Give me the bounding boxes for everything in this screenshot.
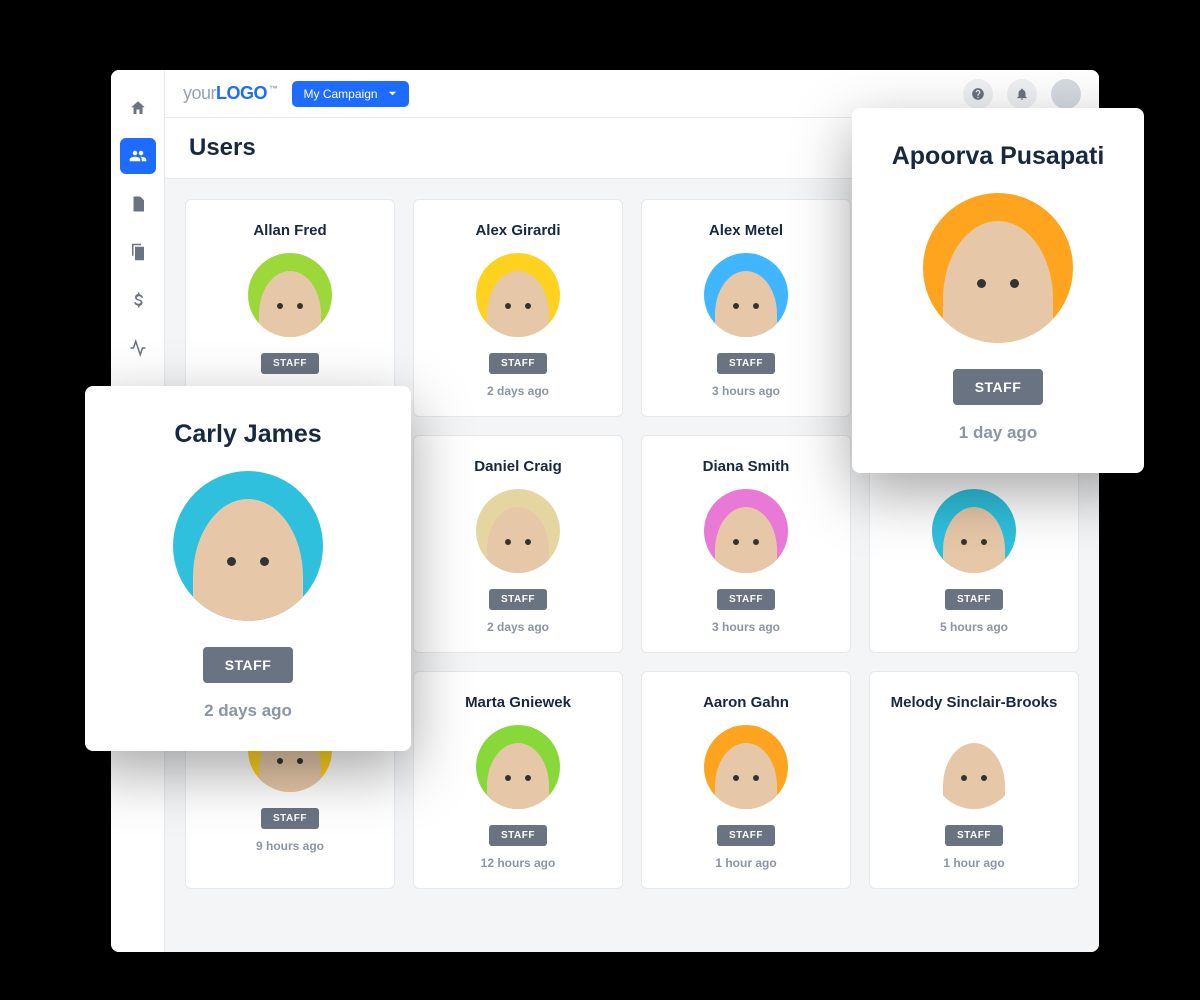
staff-badge: STAFF bbox=[489, 589, 547, 610]
user-card[interactable]: Aaron Gahn STAFF 1 hour ago bbox=[641, 671, 851, 889]
user-avatar bbox=[704, 253, 788, 337]
help-button[interactable] bbox=[963, 79, 993, 109]
user-name: Aaron Gahn bbox=[703, 694, 789, 711]
user-avatar bbox=[173, 471, 323, 621]
user-avatar bbox=[923, 193, 1073, 343]
user-timestamp: 2 days ago bbox=[487, 620, 549, 634]
sidebar-item-reports[interactable] bbox=[120, 186, 156, 222]
sidebar-item-home[interactable] bbox=[120, 90, 156, 126]
campaign-dropdown[interactable]: My Campaign bbox=[292, 81, 409, 107]
user-timestamp: 2 days ago bbox=[487, 384, 549, 398]
brand-logo[interactable]: yourLOGO™ bbox=[183, 83, 278, 104]
home-icon bbox=[129, 99, 147, 117]
user-avatar bbox=[476, 725, 560, 809]
user-timestamp: 1 day ago bbox=[959, 423, 1037, 443]
dollar-icon bbox=[129, 291, 147, 309]
question-icon bbox=[971, 87, 985, 101]
staff-badge: STAFF bbox=[489, 825, 547, 846]
staff-badge: STAFF bbox=[945, 589, 1003, 610]
activity-icon bbox=[129, 339, 147, 357]
sidebar-item-users[interactable] bbox=[120, 138, 156, 174]
user-avatar bbox=[248, 253, 332, 337]
notifications-button[interactable] bbox=[1007, 79, 1037, 109]
user-timestamp: 3 hours ago bbox=[712, 384, 780, 398]
staff-badge: STAFF bbox=[489, 353, 547, 374]
staff-badge: STAFF bbox=[717, 825, 775, 846]
user-card-popout[interactable]: Carly James STAFF 2 days ago bbox=[85, 386, 411, 751]
sidebar-item-files[interactable] bbox=[120, 234, 156, 270]
brand-tm: ™ bbox=[269, 84, 278, 94]
users-icon bbox=[129, 147, 147, 165]
user-card[interactable]: Allan Fred STAFF bbox=[185, 199, 395, 417]
user-timestamp: 12 hours ago bbox=[481, 856, 556, 870]
staff-badge: STAFF bbox=[945, 825, 1003, 846]
user-card[interactable]: Daniel Craig STAFF 2 days ago bbox=[413, 435, 623, 653]
user-name: Marta Gniewek bbox=[465, 694, 571, 711]
user-card[interactable]: Alex Metel STAFF 3 hours ago bbox=[641, 199, 851, 417]
user-avatar bbox=[932, 725, 1016, 809]
staff-badge: STAFF bbox=[717, 589, 775, 610]
user-card-popout[interactable]: Apoorva Pusapati STAFF 1 day ago bbox=[852, 108, 1144, 473]
user-name: Alex Metel bbox=[709, 222, 783, 239]
staff-badge: STAFF bbox=[261, 808, 319, 829]
copy-icon bbox=[129, 243, 147, 261]
sidebar-item-activity[interactable] bbox=[120, 330, 156, 366]
user-name: Alex Girardi bbox=[475, 222, 560, 239]
user-avatar bbox=[704, 489, 788, 573]
user-name: Daniel Craig bbox=[474, 458, 562, 475]
user-card[interactable]: Marta Gniewek STAFF 12 hours ago bbox=[413, 671, 623, 889]
chevron-down-icon bbox=[388, 89, 397, 98]
campaign-label: My Campaign bbox=[304, 87, 378, 101]
user-name: Apoorva Pusapati bbox=[892, 142, 1105, 171]
user-avatar bbox=[932, 489, 1016, 573]
profile-avatar[interactable] bbox=[1051, 79, 1081, 109]
bell-icon bbox=[1015, 87, 1029, 101]
user-avatar bbox=[476, 489, 560, 573]
user-name: Diana Smith bbox=[703, 458, 790, 475]
user-timestamp: 1 hour ago bbox=[715, 856, 776, 870]
staff-badge: STAFF bbox=[261, 353, 319, 374]
user-timestamp: 5 hours ago bbox=[940, 620, 1008, 634]
user-timestamp: 9 hours ago bbox=[256, 839, 324, 853]
user-card[interactable]: Alex Girardi STAFF 2 days ago bbox=[413, 199, 623, 417]
user-timestamp: 1 hour ago bbox=[943, 856, 1004, 870]
staff-badge: STAFF bbox=[953, 369, 1044, 405]
user-name: Melody Sinclair-Brooks bbox=[891, 694, 1058, 711]
brand-main: LOGO bbox=[216, 83, 267, 103]
staff-badge: STAFF bbox=[717, 353, 775, 374]
user-name: Carly James bbox=[174, 420, 321, 449]
document-icon bbox=[129, 195, 147, 213]
user-name: Allan Fred bbox=[253, 222, 326, 239]
staff-badge: STAFF bbox=[203, 647, 294, 683]
user-timestamp: 3 hours ago bbox=[712, 620, 780, 634]
user-card[interactable]: Melody Sinclair-Brooks STAFF 1 hour ago bbox=[869, 671, 1079, 889]
user-avatar bbox=[476, 253, 560, 337]
user-card[interactable]: Diana Smith STAFF 3 hours ago bbox=[641, 435, 851, 653]
user-avatar bbox=[704, 725, 788, 809]
user-timestamp: 2 days ago bbox=[204, 701, 292, 721]
brand-prefix: your bbox=[183, 83, 216, 103]
sidebar-item-billing[interactable] bbox=[120, 282, 156, 318]
